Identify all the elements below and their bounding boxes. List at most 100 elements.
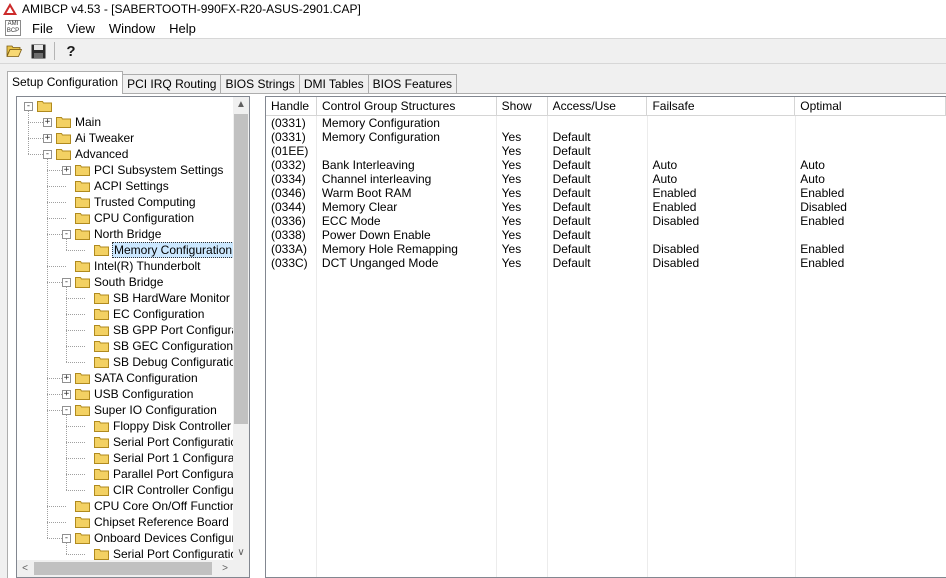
tree-node[interactable]: + USB Configuration xyxy=(62,386,194,402)
table-cell[interactable]: Default xyxy=(548,214,648,228)
tree-node[interactable]: Floppy Disk Controller Co xyxy=(81,418,249,434)
tree-node[interactable]: + SATA Configuration xyxy=(62,370,199,386)
collapse-icon[interactable]: - xyxy=(62,229,71,239)
table-cell[interactable]: Memory Clear xyxy=(317,200,497,214)
table-cell[interactable]: (0331) xyxy=(266,116,317,130)
table-cell[interactable]: (0336) xyxy=(266,214,317,228)
table-cell[interactable]: Yes xyxy=(497,186,548,200)
table-cell[interactable]: Disabled xyxy=(647,242,795,256)
table-cell[interactable]: Warm Boot RAM xyxy=(317,186,497,200)
save-button[interactable] xyxy=(28,41,48,61)
table-row[interactable]: (0331) Memory Configuration Yes Default xyxy=(266,130,946,144)
tree-node[interactable]: Chipset Reference Board xyxy=(62,514,230,530)
tree-node[interactable]: SB HardWare Monitor xyxy=(81,290,231,306)
table-row[interactable]: (0332) Bank Interleaving Yes Default Auto Aut… xyxy=(266,158,946,172)
table-row[interactable]: (0334) Channel interleaving Yes Default Auto… xyxy=(266,172,946,186)
scroll-up-icon[interactable]: ▲ xyxy=(233,97,249,113)
table-cell[interactable]: Yes xyxy=(497,158,548,172)
table-cell[interactable]: Enabled xyxy=(647,186,795,200)
table-cell[interactable] xyxy=(647,144,795,158)
table-row[interactable]: (033C) DCT Unganged Mode Yes Default Disable… xyxy=(266,256,946,270)
table-cell[interactable]: (0338) xyxy=(266,228,317,242)
table-cell[interactable]: Default xyxy=(548,228,648,242)
table-cell[interactable]: (0344) xyxy=(266,200,317,214)
tree-node[interactable]: Parallel Port Configuration xyxy=(81,466,249,482)
table-cell[interactable] xyxy=(497,116,548,130)
tree-node[interactable]: - Super IO Configuration xyxy=(62,402,218,418)
tree-node[interactable]: EC Configuration xyxy=(81,306,205,322)
table-cell[interactable]: Disabled xyxy=(647,214,795,228)
table-cell[interactable] xyxy=(317,144,497,158)
table-cell[interactable]: (0332) xyxy=(266,158,317,172)
tree-node[interactable]: SB Debug Configuration xyxy=(81,354,243,370)
tree-node[interactable]: Memory Configuration xyxy=(81,242,235,258)
column-header[interactable]: Handle xyxy=(266,97,317,115)
table-cell[interactable]: Power Down Enable xyxy=(317,228,497,242)
column-header[interactable]: Control Group Structures xyxy=(317,97,497,115)
column-header[interactable]: Optimal xyxy=(795,97,946,115)
table-cell[interactable]: Auto xyxy=(647,158,795,172)
table-cell[interactable]: Default xyxy=(548,144,648,158)
tree-node[interactable]: SB GPP Port Configuratio xyxy=(81,322,249,338)
table-cell[interactable]: Default xyxy=(548,256,648,270)
table-cell[interactable]: Yes xyxy=(497,228,548,242)
table-cell[interactable]: Enabled xyxy=(795,214,946,228)
tree-node[interactable]: CPU Core On/Off Function xyxy=(62,498,238,514)
table-cell[interactable]: Enabled xyxy=(795,256,946,270)
tree-node[interactable]: CIR Controller Configurati xyxy=(81,482,249,498)
table-cell[interactable]: Channel interleaving xyxy=(317,172,497,186)
tree-node[interactable]: + Main xyxy=(43,114,102,130)
table-cell[interactable]: Auto xyxy=(795,158,946,172)
table-cell[interactable]: (0331) xyxy=(266,130,317,144)
column-header[interactable]: Show xyxy=(497,97,548,115)
menu-view[interactable]: View xyxy=(60,21,102,36)
table-cell[interactable]: Memory Configuration xyxy=(317,116,497,130)
mdi-document-icon[interactable]: AMI BCP xyxy=(5,20,21,36)
expand-icon[interactable]: + xyxy=(62,389,71,399)
table-cell[interactable]: Memory Hole Remapping xyxy=(317,242,497,256)
tree-vertical-scrollbar[interactable]: ▲ ∨ xyxy=(233,97,249,561)
table-row[interactable]: (01EE) Yes Default xyxy=(266,144,946,158)
table-cell[interactable]: (033A) xyxy=(266,242,317,256)
menu-help[interactable]: Help xyxy=(162,21,203,36)
table-cell[interactable]: Yes xyxy=(497,130,548,144)
tree-node[interactable]: SB GEC Configuration xyxy=(81,338,234,354)
table-row[interactable]: (0336) ECC Mode Yes Default Disabled Enabled xyxy=(266,214,946,228)
tree-node[interactable]: - Advanced xyxy=(43,146,129,162)
tree-node[interactable]: - North Bridge xyxy=(62,226,162,242)
table-cell[interactable]: Default xyxy=(548,158,648,172)
tab-dmi-tables[interactable]: DMI Tables xyxy=(298,74,369,94)
table-row[interactable]: (0346) Warm Boot RAM Yes Default Enabled Enab… xyxy=(266,186,946,200)
table-cell[interactable]: (01EE) xyxy=(266,144,317,158)
tree-node[interactable]: + Ai Tweaker xyxy=(43,130,135,146)
table-cell[interactable]: Yes xyxy=(497,144,548,158)
tree-vertical-scroll-thumb[interactable] xyxy=(234,114,248,424)
table-cell[interactable] xyxy=(548,116,648,130)
tree-node[interactable]: + PCI Subsystem Settings xyxy=(62,162,224,178)
table-cell[interactable]: Disabled xyxy=(795,200,946,214)
tree-horizontal-scrollbar[interactable]: < > xyxy=(17,560,249,577)
table-cell[interactable]: Enabled xyxy=(647,200,795,214)
table-cell[interactable]: Enabled xyxy=(795,186,946,200)
tab-bios-features[interactable]: BIOS Features xyxy=(367,74,457,94)
tree-node[interactable]: - xyxy=(24,98,57,114)
column-header[interactable]: Failsafe xyxy=(647,97,796,115)
scroll-left-icon[interactable]: < xyxy=(17,560,33,577)
table-row[interactable]: (0344) Memory Clear Yes Default Enabled Disab… xyxy=(266,200,946,214)
tab-bios-strings[interactable]: BIOS Strings xyxy=(220,74,300,94)
table-cell[interactable]: Yes xyxy=(497,242,548,256)
table-cell[interactable]: Default xyxy=(548,130,648,144)
table-cell[interactable]: Yes xyxy=(497,172,548,186)
table-cell[interactable]: Enabled xyxy=(795,242,946,256)
tree-horizontal-scroll-thumb[interactable] xyxy=(34,562,212,575)
tree-node[interactable]: Intel(R) Thunderbolt xyxy=(62,258,202,274)
expand-icon[interactable]: + xyxy=(62,373,71,383)
table-cell[interactable] xyxy=(795,116,946,130)
table-row[interactable]: (0331) Memory Configuration xyxy=(266,116,946,130)
table-cell[interactable]: Yes xyxy=(497,256,548,270)
collapse-icon[interactable]: - xyxy=(62,533,71,543)
table-cell[interactable]: Default xyxy=(548,186,648,200)
table-cell[interactable]: Yes xyxy=(497,200,548,214)
table-cell[interactable]: Auto xyxy=(795,172,946,186)
scroll-right-icon[interactable]: > xyxy=(217,560,233,577)
